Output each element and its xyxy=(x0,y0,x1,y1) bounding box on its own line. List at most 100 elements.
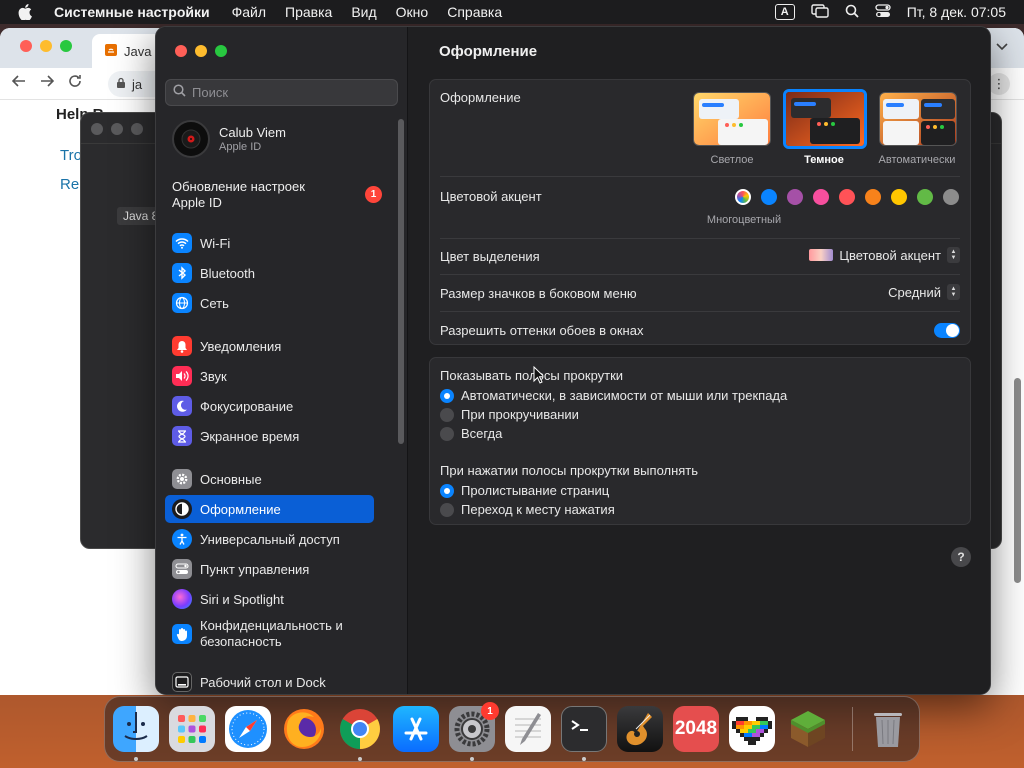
hand-icon xyxy=(172,624,192,644)
forward-arrow-icon[interactable] xyxy=(40,74,55,93)
sidebar-item-accessibility[interactable]: Универсальный доступ xyxy=(165,525,383,553)
accent-yellow-swatch[interactable] xyxy=(891,189,907,205)
browser-window-controls xyxy=(20,40,72,52)
textedit-icon[interactable] xyxy=(505,706,551,752)
apple-id-profile[interactable]: Calub Viem Apple ID xyxy=(172,120,286,158)
pixel-heart-icon[interactable] xyxy=(729,706,775,752)
menu-view[interactable]: Вид xyxy=(351,4,376,20)
accent-caption: Многоцветный xyxy=(706,214,782,226)
scrollbar-settings-group: Показывать полосы прокрутки Автоматическ… xyxy=(429,357,971,525)
tab-list-chevron-icon[interactable] xyxy=(996,40,1008,54)
browser-minimize-button[interactable] xyxy=(40,40,52,52)
search-field[interactable] xyxy=(165,79,398,106)
scrollbars-when-scrolling-option[interactable]: При прокручивании xyxy=(440,407,579,422)
accent-purple-swatch[interactable] xyxy=(787,189,803,205)
page-link-2[interactable]: Re xyxy=(60,176,79,193)
safari-icon[interactable] xyxy=(225,706,271,752)
sidebar-item-control-center[interactable]: Пункт управления xyxy=(165,555,383,583)
settings-minimize-button[interactable] xyxy=(195,45,207,57)
click-page-option[interactable]: Пролистывание страниц xyxy=(440,483,609,498)
scrollbars-always-option[interactable]: Всегда xyxy=(440,426,502,441)
firefox-icon[interactable] xyxy=(281,706,327,752)
page-link-1[interactable]: Tro xyxy=(60,147,82,164)
sidebar-item-siri-spotlight[interactable]: Siri и Spotlight xyxy=(165,585,383,613)
terminal-icon[interactable] xyxy=(561,706,607,752)
highlight-color-label: Цвет выделения xyxy=(440,249,540,264)
browser-tab[interactable]: Java xyxy=(92,34,162,68)
theme-light-thumbnail[interactable] xyxy=(693,92,771,146)
theme-auto-label: Автоматически xyxy=(878,154,956,166)
apple-menu-icon[interactable] xyxy=(18,4,40,20)
menu-window[interactable]: Окно xyxy=(396,4,429,20)
accent-pink-swatch[interactable] xyxy=(813,189,829,205)
java-minimize-button[interactable] xyxy=(111,123,123,135)
radio-button[interactable] xyxy=(440,502,454,517)
browser-menu-icon[interactable]: ⋮ xyxy=(988,73,1010,95)
screen-mirroring-icon[interactable] xyxy=(811,3,829,21)
app-store-icon[interactable] xyxy=(393,706,439,752)
sidebar-item-bluetooth[interactable]: Bluetooth xyxy=(165,259,383,287)
menu-file[interactable]: Файл xyxy=(232,4,266,20)
trash-icon[interactable] xyxy=(865,706,911,752)
game-2048-icon[interactable]: 2048 xyxy=(673,706,719,752)
accent-green-swatch[interactable] xyxy=(917,189,933,205)
browser-zoom-button[interactable] xyxy=(60,40,72,52)
help-button[interactable]: ? xyxy=(951,547,971,567)
minecraft-icon[interactable] xyxy=(785,706,831,752)
sidebar-item-general[interactable]: Основные xyxy=(165,465,383,493)
finder-icon[interactable] xyxy=(113,706,159,752)
sidebar-item-focus[interactable]: Фокусирование xyxy=(165,392,383,420)
search-input[interactable] xyxy=(192,85,392,100)
sidebar-item-wifi[interactable]: Wi-Fi xyxy=(165,229,383,257)
sidebar-item-notifications[interactable]: Уведомления xyxy=(165,332,383,360)
java-zoom-button[interactable] xyxy=(131,123,143,135)
reload-icon[interactable] xyxy=(68,74,82,93)
sidebar-icon-size-value: Средний xyxy=(888,284,941,300)
highlight-color-popup[interactable]: Цветовой акцент ▲ ▼ xyxy=(809,247,960,263)
menubar-clock[interactable]: Пт, 8 дек. 07:05 xyxy=(907,4,1006,20)
accent-graphite-swatch[interactable] xyxy=(943,189,959,205)
wallpaper-tinting-toggle[interactable] xyxy=(934,323,960,338)
sidebar-item-network[interactable]: Сеть xyxy=(165,289,383,317)
chrome-icon[interactable] xyxy=(337,706,383,752)
address-text: ja xyxy=(132,76,143,92)
menu-app-name[interactable]: Системные настройки xyxy=(54,4,210,20)
sidebar-scrollbar[interactable] xyxy=(398,119,404,444)
sidebar-icon-size-popup[interactable]: Средний ▲ ▼ xyxy=(888,284,960,300)
spotlight-search-icon[interactable] xyxy=(845,4,859,21)
launchpad-icon[interactable] xyxy=(169,706,215,752)
garageband-icon[interactable] xyxy=(617,706,663,752)
accent-red-swatch[interactable] xyxy=(839,189,855,205)
sidebar-item-label: Рабочий стол и Dock xyxy=(200,674,326,690)
sidebar-item-screen-time[interactable]: Экранное время xyxy=(165,422,383,450)
browser-scrollbar[interactable] xyxy=(1014,378,1021,583)
browser-close-button[interactable] xyxy=(20,40,32,52)
back-arrow-icon[interactable] xyxy=(11,74,26,93)
theme-auto-thumbnail[interactable] xyxy=(879,92,957,146)
accent-orange-swatch[interactable] xyxy=(865,189,881,205)
sidebar-item-label: Звук xyxy=(200,368,227,384)
menu-help[interactable]: Справка xyxy=(447,4,502,20)
settings-close-button[interactable] xyxy=(175,45,187,57)
theme-dark-thumbnail[interactable] xyxy=(783,89,867,149)
sidebar-item-sound[interactable]: Звук xyxy=(165,362,383,390)
input-source-icon[interactable]: A xyxy=(774,4,795,20)
sidebar-item-desktop-dock[interactable]: Рабочий стол и Dock xyxy=(165,668,383,694)
settings-zoom-button[interactable] xyxy=(215,45,227,57)
radio-label: Пролистывание страниц xyxy=(461,483,610,498)
control-center-icon[interactable] xyxy=(875,3,891,21)
radio-button[interactable] xyxy=(440,426,454,441)
radio-button[interactable] xyxy=(440,388,454,403)
java-close-button[interactable] xyxy=(91,123,103,135)
accent-blue-swatch[interactable] xyxy=(761,189,777,205)
click-jump-option[interactable]: Переход к месту нажатия xyxy=(440,502,615,517)
radio-label: Переход к месту нажатия xyxy=(461,502,615,517)
radio-button[interactable] xyxy=(440,407,454,422)
apple-id-update-item[interactable]: Обновление настроек Apple ID 1 xyxy=(172,179,382,211)
sidebar-item-privacy[interactable]: Конфиденциальность и безопасность xyxy=(165,616,383,652)
menu-edit[interactable]: Правка xyxy=(285,4,332,20)
accent-multicolor-swatch[interactable] xyxy=(735,189,751,205)
radio-button[interactable] xyxy=(440,483,454,498)
scrollbars-auto-option[interactable]: Автоматически, в зависимости от мыши или… xyxy=(440,388,787,403)
sidebar-item-appearance[interactable]: Оформление xyxy=(165,495,374,523)
